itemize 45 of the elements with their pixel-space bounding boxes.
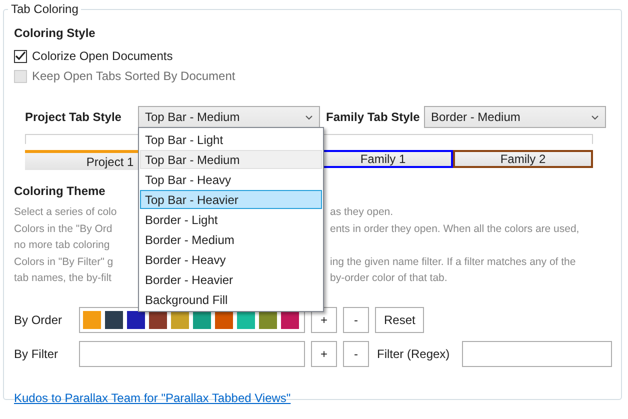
dropdown-option[interactable]: Top Bar - Light — [140, 130, 322, 149]
dropdown-option[interactable]: Border - Light — [140, 210, 322, 229]
field-label: Family Tab Style — [326, 110, 421, 124]
description-text: Select a series of colo — [14, 205, 118, 220]
description-text: no more tab coloring — [14, 238, 111, 253]
credits-link[interactable]: Kudos to Parallax Team for "Parallax Tabbed Views" — [14, 390, 291, 404]
field-label: Filter (Regex) — [377, 346, 450, 360]
dropdown-option[interactable]: Border - Medium — [140, 230, 322, 249]
color-swatch[interactable] — [83, 310, 101, 328]
action-button[interactable]: + — [311, 340, 337, 366]
color-swatch[interactable] — [105, 310, 123, 328]
description-text: tab names, the by-filt — [14, 271, 112, 286]
group-title: Tab Coloring — [10, 2, 80, 16]
checkbox-label: Colorize Open Documents — [32, 49, 173, 63]
chevron-down-icon — [305, 114, 313, 120]
dropdown-option[interactable]: Border - Heavy — [140, 250, 322, 269]
description-text: as they open. — [330, 205, 394, 220]
color-swatch[interactable] — [127, 310, 145, 328]
dropdown-option[interactable]: Top Bar - Medium — [140, 150, 322, 169]
field-label: Project Tab Style — [25, 110, 122, 124]
checkbox[interactable] — [14, 50, 27, 62]
dropdown-option[interactable]: Border - Heavier — [140, 270, 322, 289]
action-button[interactable]: Reset — [375, 306, 424, 332]
section-heading: Coloring Theme — [14, 184, 106, 198]
checkmark-icon — [15, 51, 26, 61]
regex-input[interactable] — [462, 340, 612, 366]
row-label: By Filter — [14, 346, 60, 360]
dropdown[interactable]: Top Bar - Medium — [138, 106, 320, 128]
filter-input[interactable] — [79, 340, 305, 366]
description-text: ing the given name filter. If a filter matches any of the — [330, 254, 577, 270]
dropdown-option[interactable]: Top Bar - Heavy — [140, 170, 322, 189]
row-label: By Order — [14, 312, 64, 326]
action-button[interactable]: - — [343, 340, 369, 366]
description-text: Colors in the "By Ord — [14, 222, 114, 236]
action-button[interactable]: - — [343, 306, 369, 332]
description-text: by-order color of that tab. — [330, 271, 448, 286]
checkbox-label: Keep Open Tabs Sorted By Document — [32, 69, 236, 83]
description-text: ents in order they open. When all the colors are used, — [330, 222, 580, 236]
chevron-down-icon — [591, 114, 599, 120]
description-text: Colors in "By Filter" g — [14, 254, 114, 270]
dropdown[interactable]: Border - Medium — [424, 106, 606, 128]
dropdown-option[interactable]: Background Fill — [140, 290, 322, 309]
tab-preview: Family 2 — [453, 150, 593, 168]
dropdown-option[interactable]: Top Bar - Heavier — [140, 190, 322, 209]
section-heading: Coloring Style — [14, 26, 96, 40]
